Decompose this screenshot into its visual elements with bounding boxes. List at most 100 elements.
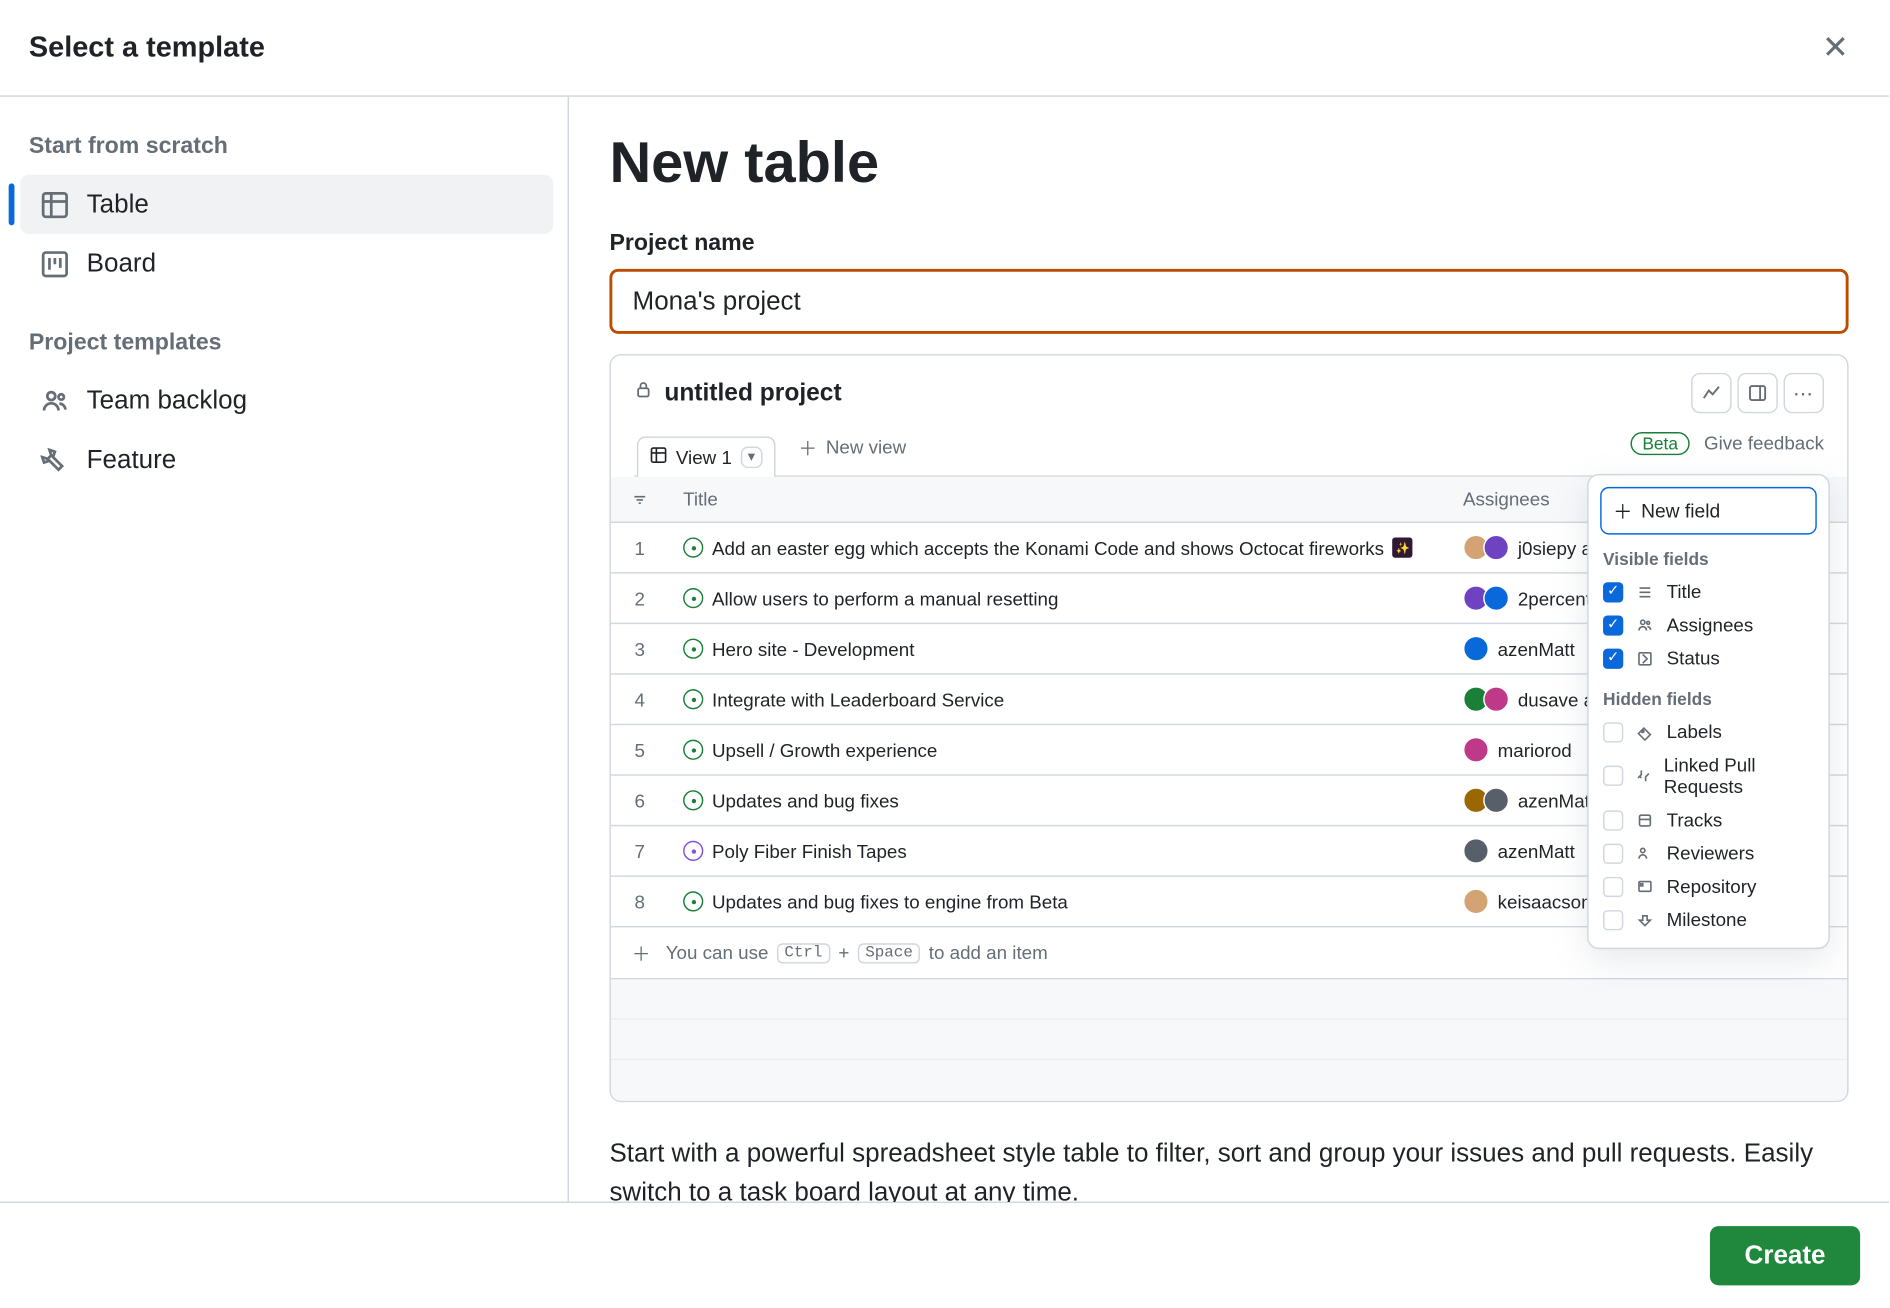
beta-badge: Beta (1631, 431, 1690, 454)
row-title: Upsell / Growth experience (712, 739, 937, 761)
close-icon[interactable]: ✕ (1810, 23, 1860, 72)
checkbox[interactable] (1603, 876, 1623, 896)
field-type-icon (1635, 877, 1655, 894)
sidebar-item-feature[interactable]: Feature (20, 430, 553, 489)
avatar-stack (1463, 737, 1489, 763)
page-title: New table (609, 131, 1848, 196)
template-detail: New table Project name untitled project (569, 97, 1889, 1202)
visible-fields-heading: Visible fields (1603, 549, 1817, 569)
filter-icon[interactable] (611, 479, 669, 519)
checkbox[interactable]: ✓ (1603, 615, 1623, 635)
sidebar-item-board[interactable]: Board (20, 234, 553, 293)
issue-open-icon (683, 638, 703, 658)
avatar (1483, 534, 1509, 560)
row-number: 8 (611, 879, 669, 924)
row-title-cell: Upsell / Growth experience (669, 727, 1449, 772)
checkbox[interactable] (1603, 909, 1623, 929)
field-item[interactable]: ✓ Status (1600, 641, 1817, 674)
sidebar-item-team-backlog[interactable]: Team backlog (20, 371, 553, 430)
field-label: Labels (1667, 721, 1722, 743)
field-label: Status (1667, 647, 1720, 669)
modal-title: Select a template (29, 31, 265, 64)
plus-icon: ＋ (1613, 497, 1632, 524)
field-type-icon (1635, 723, 1655, 740)
row-title-cell: Allow users to perform a manual resettin… (669, 576, 1449, 621)
issue-open-icon (683, 537, 703, 557)
field-type-icon (1635, 911, 1655, 928)
field-item[interactable]: Milestone (1600, 903, 1817, 936)
field-item[interactable]: Linked Pull Requests (1600, 748, 1817, 803)
sidebar-item-label: Feature (87, 445, 177, 475)
kebab-icon[interactable]: ⋯ (1784, 373, 1824, 413)
row-number: 4 (611, 677, 669, 722)
avatar-stack (1463, 787, 1509, 813)
row-title-cell: Add an easter egg which accepts the Kona… (669, 525, 1449, 570)
view-tab-label: View 1 (676, 446, 732, 468)
plus-icon: ＋ (625, 939, 657, 966)
sidebar-heading-templates: Project templates (20, 319, 553, 371)
field-item[interactable]: Tracks (1600, 803, 1817, 836)
field-type-icon (1635, 844, 1655, 861)
project-name-label: Project name (609, 231, 1848, 257)
panel-icon[interactable] (1737, 373, 1777, 413)
avatar-stack (1463, 888, 1489, 914)
field-label: Reviewers (1667, 842, 1755, 864)
field-type-icon (1635, 811, 1655, 828)
field-item[interactable]: Labels (1600, 715, 1817, 748)
avatar (1483, 686, 1509, 712)
row-title-cell: Integrate with Leaderboard Service (669, 677, 1449, 722)
new-view-button[interactable]: ＋ New view (790, 425, 915, 476)
checkbox[interactable]: ✓ (1603, 581, 1623, 601)
feedback-link[interactable]: Give feedback (1704, 432, 1824, 454)
field-type-icon (1635, 616, 1655, 633)
modal-header: Select a template ✕ (0, 0, 1889, 97)
row-title-cell: Updates and bug fixes (669, 778, 1449, 823)
lock-icon (634, 380, 653, 406)
assignee-names: mariorod (1498, 739, 1572, 761)
checkbox[interactable] (1603, 843, 1623, 863)
assignee-names: keisaacson (1498, 890, 1592, 912)
field-popover: ＋ New field Visible fields ✓Title✓Assign… (1587, 474, 1830, 949)
field-item[interactable]: Repository (1600, 869, 1817, 902)
field-type-icon (1635, 649, 1655, 666)
row-number: 3 (611, 626, 669, 671)
chevron-down-icon[interactable]: ▾ (741, 446, 763, 468)
create-button[interactable]: Create (1710, 1226, 1860, 1285)
table-icon (650, 446, 667, 468)
field-item[interactable]: ✓Title (1600, 575, 1817, 608)
new-field-button[interactable]: ＋ New field (1600, 487, 1817, 535)
checkbox[interactable]: ✓ (1603, 648, 1623, 668)
view-tab[interactable]: View 1 ▾ (637, 436, 775, 476)
row-title: Updates and bug fixes (712, 789, 899, 811)
project-name-input[interactable] (609, 269, 1848, 334)
checkbox[interactable] (1603, 765, 1623, 785)
preview-project-title: untitled project (664, 378, 841, 407)
row-number: 5 (611, 727, 669, 772)
board-icon (40, 249, 69, 278)
issue-open-icon (683, 790, 703, 810)
field-item[interactable]: Reviewers (1600, 836, 1817, 869)
checkbox[interactable] (1603, 809, 1623, 829)
avatar (1463, 838, 1489, 864)
field-label: Linked Pull Requests (1664, 754, 1814, 797)
plus-icon: ＋ (798, 433, 817, 460)
insights-icon[interactable] (1691, 373, 1731, 413)
sidebar-heading-scratch: Start from scratch (20, 123, 553, 175)
sidebar-item-label: Board (87, 248, 156, 278)
sidebar-item-table[interactable]: Table (20, 175, 553, 234)
template-modal: Select a template ✕ Start from scratch T… (0, 0, 1889, 1308)
assignee-names: azenMatt (1498, 840, 1575, 862)
row-title-cell: Poly Fiber Finish Tapes (669, 828, 1449, 873)
field-item[interactable]: ✓Assignees (1600, 608, 1817, 641)
field-label: Milestone (1667, 908, 1747, 930)
avatar-stack (1463, 585, 1509, 611)
checkbox[interactable] (1603, 721, 1623, 741)
col-title[interactable]: Title (669, 477, 1449, 522)
field-label: Repository (1667, 875, 1757, 897)
modal-footer: Create (0, 1202, 1889, 1308)
row-number: 7 (611, 828, 669, 873)
issue-open-icon (683, 689, 703, 709)
avatar (1463, 888, 1489, 914)
people-icon (40, 386, 69, 415)
template-preview: untitled project ⋯ (609, 354, 1848, 1102)
